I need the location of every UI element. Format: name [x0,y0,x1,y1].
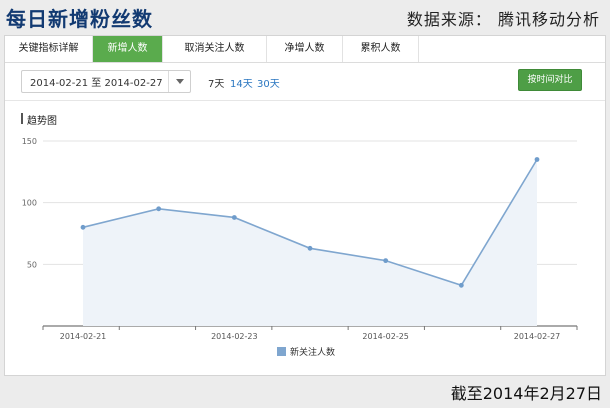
data-point-2014-02-21 [80,224,86,230]
as-of-date: 截至2014年2月27日 [450,384,602,403]
header-banner: 每日新增粉丝数 数据来源： 腾讯移动分析 [0,0,610,36]
data-point-2014-02-27 [534,157,540,162]
x-tick-label-2014-02-25: 2014-02-25 [362,332,409,341]
trend-chart: 50 100 150 2014-02-21 2014-02-23 2014-02-25 20… [22,137,578,358]
x-tick-label-2014-02-27: 2014-02-27 [514,332,561,341]
legend-label: 新关注人数 [290,346,335,358]
data-point-2014-02-24 [307,245,313,251]
data-point-2014-02-25 [383,258,389,264]
data-point-2014-02-23 [231,215,237,220]
x-tick-label-2014-02-23: 2014-02-23 [211,332,258,341]
series-area [83,159,537,326]
legend-swatch [277,347,286,356]
y-tick-label-100: 100 [22,199,37,208]
analytics-panel: 关键指标详解 新增人数 取消关注人数 净增人数 累积人数 2014-02-21 … [4,35,606,376]
y-tick-label-50: 50 [27,260,37,269]
x-tick-label-2014-02-21: 2014-02-21 [60,332,107,341]
y-tick-label-150: 150 [22,137,37,146]
page-title: 每日新增粉丝数 [6,7,153,31]
data-source-text: 数据来源： 腾讯移动分析 [406,10,600,29]
data-point-2014-02-26 [458,282,464,288]
data-point-2014-02-22 [156,206,162,212]
